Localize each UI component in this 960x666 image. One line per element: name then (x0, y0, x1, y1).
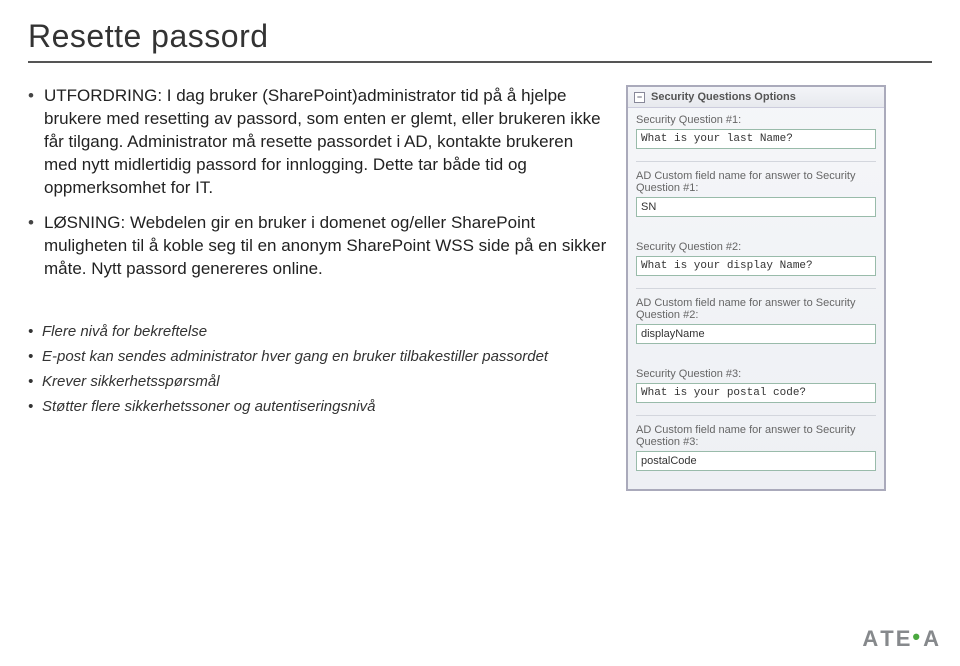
logo-letter-t: T (880, 626, 892, 652)
content-right: − Security Questions Options Security Qu… (626, 85, 886, 491)
q3-ad-input[interactable] (636, 451, 876, 471)
footer-logo: A T E • A (862, 626, 938, 652)
logo-letter-a: A (862, 626, 877, 652)
q2-label: Security Question #2: (636, 241, 876, 253)
separator (636, 415, 876, 416)
bullet-challenge: UTFORDRING: I dag bruker (SharePoint)adm… (28, 85, 608, 200)
title-rule (28, 61, 932, 63)
q3-input[interactable] (636, 383, 876, 403)
sub-bullets: Flere nivå for bekreftelse E-post kan se… (28, 321, 608, 417)
separator (636, 288, 876, 289)
q1-ad-label: AD Custom field name for answer to Secur… (636, 170, 876, 194)
q1-input[interactable] (636, 129, 876, 149)
subbullet-1: Flere nivå for bekreftelse (28, 321, 608, 342)
logo-letter-a2: A (923, 626, 938, 652)
collapse-icon[interactable]: − (634, 92, 645, 103)
page-title: Resette passord (28, 18, 932, 55)
q3-ad-label: AD Custom field name for answer to Secur… (636, 424, 876, 448)
q1-label: Security Question #1: (636, 114, 876, 126)
security-questions-panel: − Security Questions Options Security Qu… (626, 85, 886, 491)
q2-ad-input[interactable] (636, 324, 876, 344)
bullet-solution: LØSNING: Webdelen gir en bruker i domene… (28, 212, 608, 281)
question-group-3: Security Question #3: AD Custom field na… (628, 362, 884, 489)
subbullet-4: Støtter flere sikkerhetssoner og autenti… (28, 396, 608, 417)
panel-header-label: Security Questions Options (651, 91, 796, 103)
q1-ad-input[interactable] (636, 197, 876, 217)
subbullet-2: E-post kan sendes administrator hver gan… (28, 346, 608, 367)
question-group-1: Security Question #1: AD Custom field na… (628, 108, 884, 235)
q3-label: Security Question #3: (636, 368, 876, 380)
q2-ad-label: AD Custom field name for answer to Secur… (636, 297, 876, 321)
subbullet-3: Krever sikkerhetsspørsmål (28, 371, 608, 392)
main-bullets: UTFORDRING: I dag bruker (SharePoint)adm… (28, 85, 608, 281)
q2-input[interactable] (636, 256, 876, 276)
separator (636, 161, 876, 162)
logo-letter-e: E (896, 626, 910, 652)
question-group-2: Security Question #2: AD Custom field na… (628, 235, 884, 362)
panel-header[interactable]: − Security Questions Options (628, 87, 884, 108)
content-left: UTFORDRING: I dag bruker (SharePoint)adm… (28, 85, 608, 491)
